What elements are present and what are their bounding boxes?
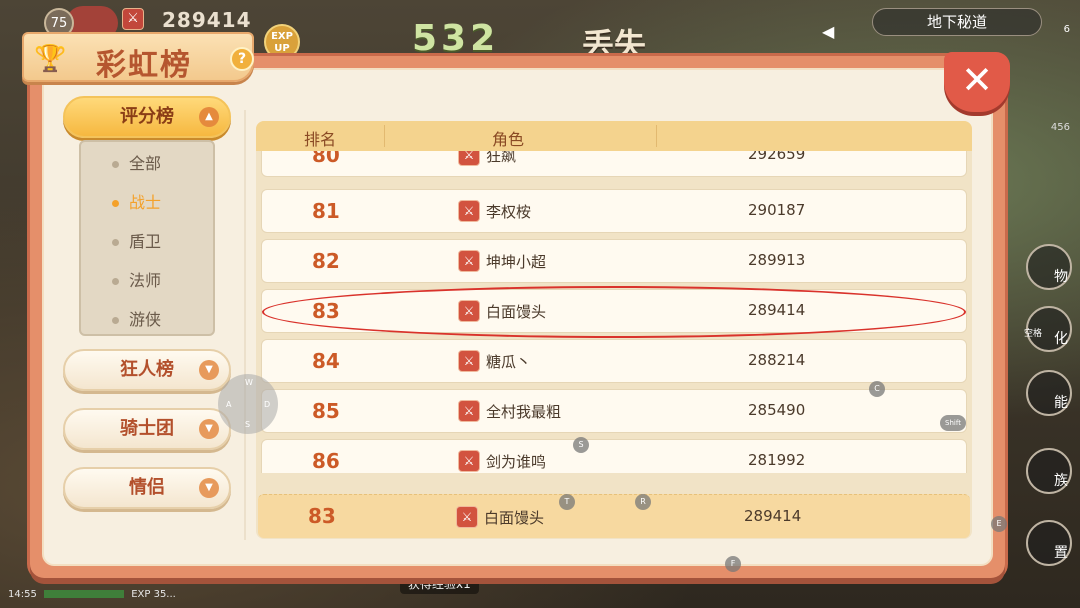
exp-bar	[44, 590, 125, 598]
warrior-class-icon: ⚔	[456, 506, 478, 528]
table-row[interactable]: 84 ⚔ 糖瓜丶 288214	[261, 339, 967, 383]
side-number: 456	[1050, 122, 1070, 133]
status-time: 14:55	[8, 589, 37, 600]
table-row[interactable]: 85 ⚔ 全村我最粗 285490	[261, 389, 967, 433]
row-score: 289913	[748, 251, 806, 269]
header-rank: 排名	[304, 130, 337, 149]
combo-counter: 532	[412, 18, 500, 59]
key-hint-t[interactable]: T	[559, 494, 575, 510]
modal-title: 彩虹榜	[96, 48, 192, 83]
row-score: 288214	[748, 351, 806, 369]
subtab-shield[interactable]: 盾卫	[112, 228, 161, 252]
corner-number: 6	[1063, 24, 1070, 35]
row-rank: 85	[312, 399, 340, 423]
row-score: 290187	[748, 201, 806, 219]
side-chip-zhi[interactable]: 置	[1026, 520, 1072, 566]
tab-label: 情侣	[129, 477, 165, 498]
joystick-down-key: S	[245, 420, 251, 429]
row-name: 狂飙	[486, 151, 517, 165]
subtab-warrior[interactable]: 战士	[112, 189, 161, 213]
tab-madman-board[interactable]: 狂人榜 ▼	[63, 349, 231, 391]
row-rank: 81	[312, 199, 340, 223]
bullet-icon	[112, 239, 119, 246]
subtab-all[interactable]: 全部	[112, 150, 161, 174]
bullet-icon	[112, 200, 119, 207]
my-score: 289414	[744, 507, 802, 525]
side-chip-wu[interactable]: 物	[1026, 244, 1072, 290]
row-score: 285490	[748, 401, 806, 419]
status-bar: 14:55 EXP 35...	[8, 589, 176, 600]
close-icon: ✕	[961, 58, 993, 102]
location-label[interactable]: 地下秘道	[872, 8, 1042, 36]
side-chip-neng[interactable]: 能	[1026, 370, 1072, 416]
chevron-up-icon: ▲	[199, 107, 219, 127]
close-button[interactable]: ✕	[944, 52, 1010, 112]
chevron-down-icon: ▼	[199, 360, 219, 380]
table-header: 排名 角色	[256, 121, 972, 151]
my-rank: 83	[308, 504, 336, 528]
header-role: 角色	[492, 130, 525, 149]
tab-rating-board[interactable]: 评分榜 ▲	[63, 96, 231, 138]
table-row[interactable]: 80 ⚔ 狂飙 292659	[261, 151, 967, 177]
table-row[interactable]: 82 ⚔ 坤坤小超 289913	[261, 239, 967, 283]
joystick-right-key: D	[264, 400, 271, 409]
bullet-icon	[112, 278, 119, 285]
highlight-circle-annotation	[262, 286, 966, 338]
row-rank: 80	[312, 151, 340, 167]
joystick-up-key: W	[245, 378, 253, 387]
row-score: 292659	[748, 151, 806, 163]
sidebar-divider	[244, 110, 246, 540]
exp-up-badge[interactable]: EXP UP	[264, 24, 300, 60]
joystick-left-key: A	[226, 400, 232, 409]
warrior-class-icon: ⚔	[458, 450, 480, 472]
row-name: 剑为谁鸣	[486, 453, 547, 471]
key-hint-c[interactable]: C	[869, 381, 885, 397]
row-name: 李权桉	[486, 203, 532, 221]
warrior-class-icon: ⚔	[458, 151, 480, 166]
space-key-label: 空格	[1023, 329, 1042, 339]
tab-label: 评分榜	[120, 106, 174, 127]
side-chip-zu[interactable]: 族	[1026, 448, 1072, 494]
key-hint-e[interactable]: E	[991, 516, 1007, 532]
table-row[interactable]: 81 ⚔ 李权桉 290187	[261, 189, 967, 233]
key-hint-s[interactable]: S	[573, 437, 589, 453]
tab-label: 狂人榜	[120, 359, 174, 380]
help-button[interactable]: ?	[230, 47, 254, 71]
chevron-down-icon: ▼	[199, 419, 219, 439]
warrior-class-icon: ⚔	[122, 8, 144, 30]
key-hint-r[interactable]: R	[635, 494, 651, 510]
status-exp: EXP 35...	[131, 589, 176, 600]
row-rank: 84	[312, 349, 340, 373]
chevron-down-icon: ▼	[199, 478, 219, 498]
header-divider	[384, 125, 385, 147]
my-name: 白面馒头	[484, 509, 545, 527]
warrior-class-icon: ⚔	[458, 350, 480, 372]
table-row[interactable]: 86 ⚔ 剑为谁鸣 281992	[261, 439, 967, 473]
key-hint-f[interactable]: F	[725, 556, 741, 572]
header-divider	[656, 125, 657, 147]
warrior-class-icon: ⚔	[458, 400, 480, 422]
bullet-icon	[112, 317, 119, 324]
row-name: 糖瓜丶	[486, 353, 532, 371]
tab-knights-board[interactable]: 骑士团 ▼	[63, 408, 231, 450]
warrior-class-icon: ⚔	[458, 250, 480, 272]
subtab-mage[interactable]: 法师	[112, 267, 161, 291]
row-rank: 86	[312, 449, 340, 473]
virtual-joystick[interactable]: W A D S	[218, 374, 278, 434]
row-score: 281992	[748, 451, 806, 469]
modal-title-tab: 🏆 彩虹榜 ?	[22, 32, 254, 83]
tab-label: 骑士团	[120, 418, 174, 439]
my-rank-row[interactable]: 83 ⚔ 白面馒头 289414	[258, 494, 970, 538]
key-hint-shift[interactable]: Shift	[940, 415, 966, 431]
row-rank: 82	[312, 249, 340, 273]
player-score: 289414	[162, 8, 252, 32]
trophy-icon: 🏆	[34, 44, 67, 74]
row-name: 全村我最粗	[486, 403, 562, 421]
bullet-icon	[112, 161, 119, 168]
row-name: 坤坤小超	[486, 253, 547, 271]
left-arrow-icon[interactable]: ◀	[822, 22, 834, 41]
warrior-class-icon: ⚔	[458, 200, 480, 222]
tab-couples-board[interactable]: 情侣 ▼	[63, 467, 231, 509]
subtab-ranger[interactable]: 游侠	[112, 306, 161, 330]
